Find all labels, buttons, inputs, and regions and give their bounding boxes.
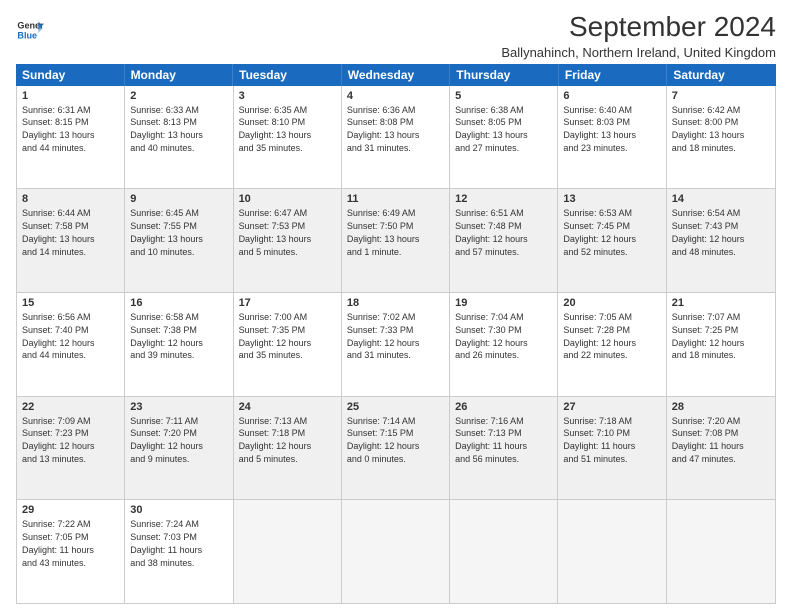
cell-empty-5 (667, 500, 775, 603)
cell-empty-4 (558, 500, 666, 603)
cell-6: 6Sunrise: 6:40 AMSunset: 8:03 PMDaylight… (558, 86, 666, 189)
cell-2: 2Sunrise: 6:33 AMSunset: 8:13 PMDaylight… (125, 86, 233, 189)
header-saturday: Saturday (667, 64, 776, 86)
cell-17: 17Sunrise: 7:00 AMSunset: 7:35 PMDayligh… (234, 293, 342, 396)
cell-15: 15Sunrise: 6:56 AMSunset: 7:40 PMDayligh… (17, 293, 125, 396)
header-sunday: Sunday (16, 64, 125, 86)
week-row-3: 15Sunrise: 6:56 AMSunset: 7:40 PMDayligh… (17, 293, 775, 397)
cell-1: 1Sunrise: 6:31 AMSunset: 8:15 PMDaylight… (17, 86, 125, 189)
logo: General Blue (16, 16, 44, 44)
svg-text:Blue: Blue (17, 30, 37, 40)
cell-11: 11Sunrise: 6:49 AMSunset: 7:50 PMDayligh… (342, 189, 450, 292)
cell-30: 30Sunrise: 7:24 AMSunset: 7:03 PMDayligh… (125, 500, 233, 603)
cell-28: 28Sunrise: 7:20 AMSunset: 7:08 PMDayligh… (667, 397, 775, 500)
header-friday: Friday (559, 64, 668, 86)
cell-27: 27Sunrise: 7:18 AMSunset: 7:10 PMDayligh… (558, 397, 666, 500)
cell-12: 12Sunrise: 6:51 AMSunset: 7:48 PMDayligh… (450, 189, 558, 292)
calendar-header: Sunday Monday Tuesday Wednesday Thursday… (16, 64, 776, 86)
cell-13: 13Sunrise: 6:53 AMSunset: 7:45 PMDayligh… (558, 189, 666, 292)
calendar: Sunday Monday Tuesday Wednesday Thursday… (16, 64, 776, 604)
cell-4: 4Sunrise: 6:36 AMSunset: 8:08 PMDaylight… (342, 86, 450, 189)
calendar-body: 1Sunrise: 6:31 AMSunset: 8:15 PMDaylight… (16, 86, 776, 604)
cell-9: 9Sunrise: 6:45 AMSunset: 7:55 PMDaylight… (125, 189, 233, 292)
cell-7: 7Sunrise: 6:42 AMSunset: 8:00 PMDaylight… (667, 86, 775, 189)
cell-empty-1 (234, 500, 342, 603)
header-thursday: Thursday (450, 64, 559, 86)
cell-3: 3Sunrise: 6:35 AMSunset: 8:10 PMDaylight… (234, 86, 342, 189)
cell-21: 21Sunrise: 7:07 AMSunset: 7:25 PMDayligh… (667, 293, 775, 396)
subtitle: Ballynahinch, Northern Ireland, United K… (501, 45, 776, 60)
header-monday: Monday (125, 64, 234, 86)
main-title: September 2024 (501, 12, 776, 43)
cell-16: 16Sunrise: 6:58 AMSunset: 7:38 PMDayligh… (125, 293, 233, 396)
cell-24: 24Sunrise: 7:13 AMSunset: 7:18 PMDayligh… (234, 397, 342, 500)
page: General Blue September 2024 Ballynahinch… (0, 0, 792, 612)
cell-5: 5Sunrise: 6:38 AMSunset: 8:05 PMDaylight… (450, 86, 558, 189)
cell-empty-3 (450, 500, 558, 603)
cell-10: 10Sunrise: 6:47 AMSunset: 7:53 PMDayligh… (234, 189, 342, 292)
cell-19: 19Sunrise: 7:04 AMSunset: 7:30 PMDayligh… (450, 293, 558, 396)
cell-8: 8Sunrise: 6:44 AMSunset: 7:58 PMDaylight… (17, 189, 125, 292)
header: General Blue September 2024 Ballynahinch… (16, 12, 776, 60)
header-wednesday: Wednesday (342, 64, 451, 86)
cell-26: 26Sunrise: 7:16 AMSunset: 7:13 PMDayligh… (450, 397, 558, 500)
week-row-5: 29Sunrise: 7:22 AMSunset: 7:05 PMDayligh… (17, 500, 775, 603)
cell-25: 25Sunrise: 7:14 AMSunset: 7:15 PMDayligh… (342, 397, 450, 500)
week-row-1: 1Sunrise: 6:31 AMSunset: 8:15 PMDaylight… (17, 86, 775, 190)
title-block: September 2024 Ballynahinch, Northern Ir… (501, 12, 776, 60)
week-row-4: 22Sunrise: 7:09 AMSunset: 7:23 PMDayligh… (17, 397, 775, 501)
cell-22: 22Sunrise: 7:09 AMSunset: 7:23 PMDayligh… (17, 397, 125, 500)
cell-23: 23Sunrise: 7:11 AMSunset: 7:20 PMDayligh… (125, 397, 233, 500)
cell-18: 18Sunrise: 7:02 AMSunset: 7:33 PMDayligh… (342, 293, 450, 396)
cell-empty-2 (342, 500, 450, 603)
cell-14: 14Sunrise: 6:54 AMSunset: 7:43 PMDayligh… (667, 189, 775, 292)
week-row-2: 8Sunrise: 6:44 AMSunset: 7:58 PMDaylight… (17, 189, 775, 293)
logo-icon: General Blue (16, 16, 44, 44)
header-tuesday: Tuesday (233, 64, 342, 86)
cell-29: 29Sunrise: 7:22 AMSunset: 7:05 PMDayligh… (17, 500, 125, 603)
cell-20: 20Sunrise: 7:05 AMSunset: 7:28 PMDayligh… (558, 293, 666, 396)
